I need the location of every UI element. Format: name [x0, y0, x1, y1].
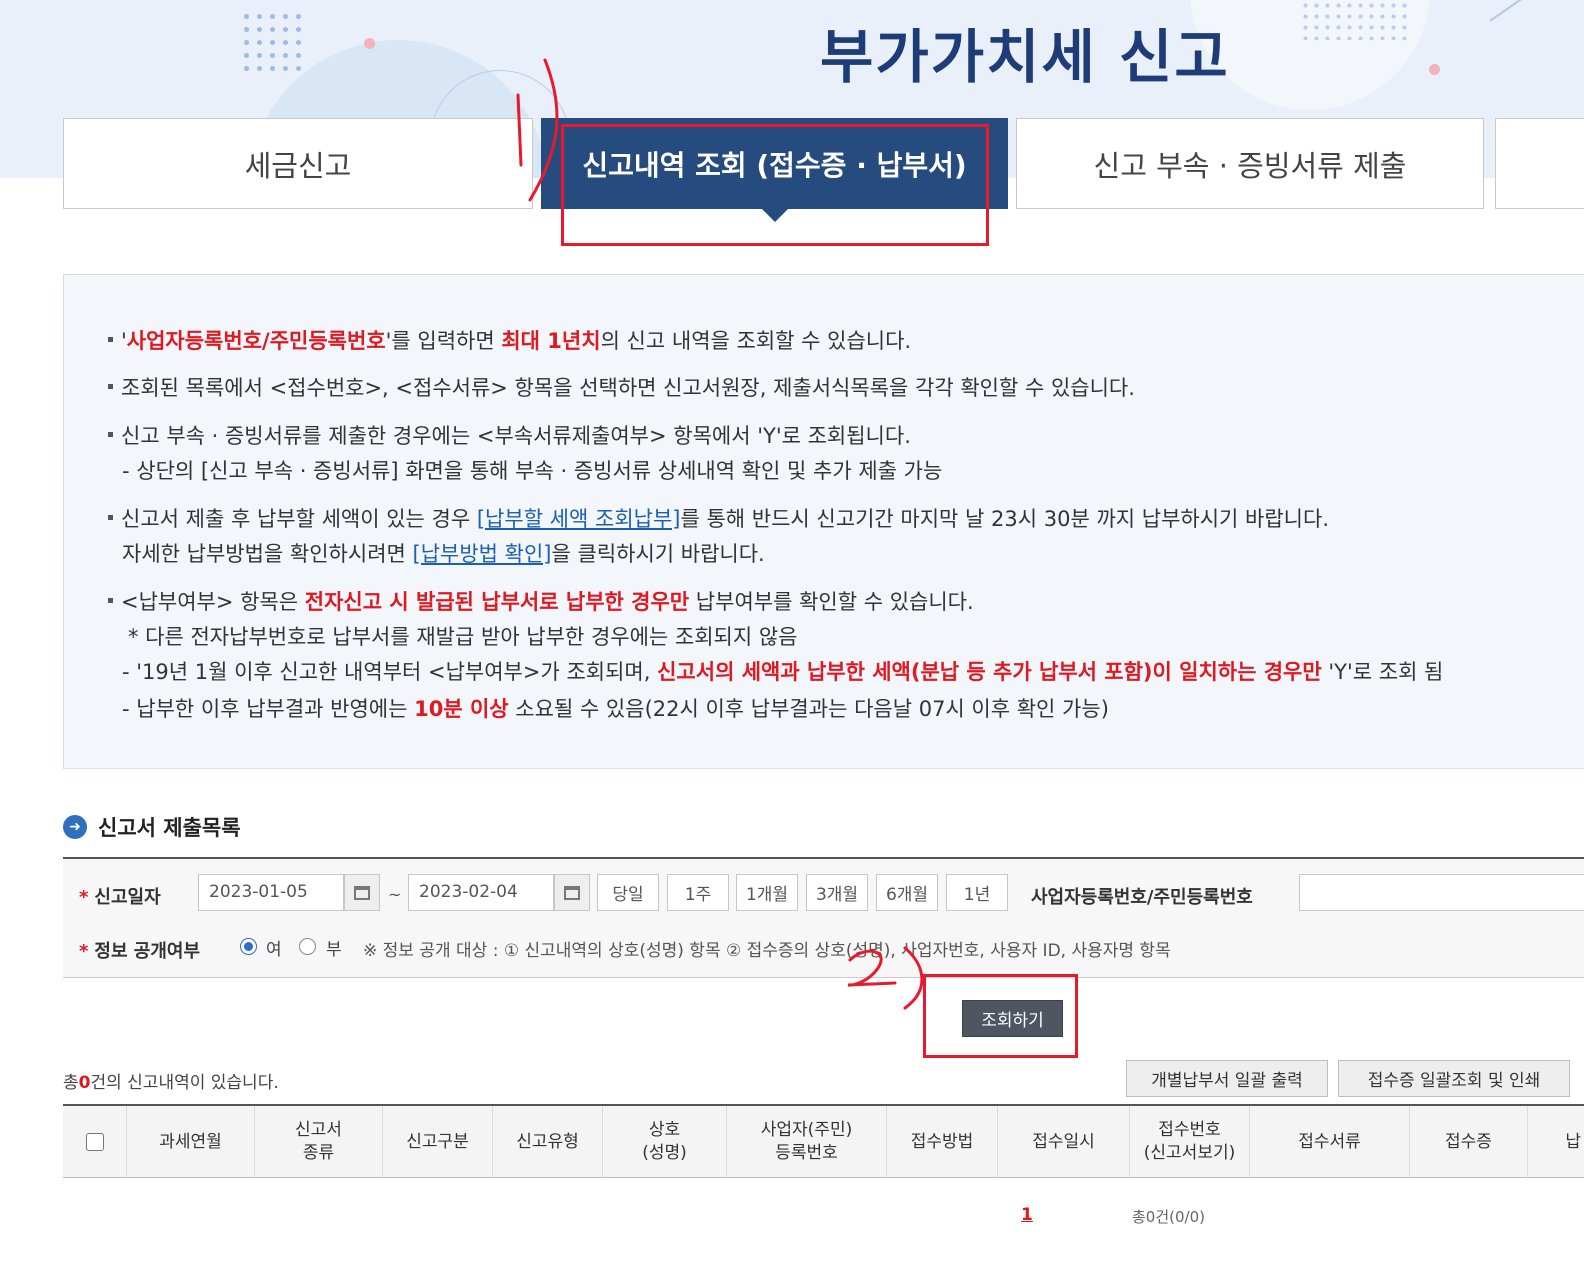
section-heading: ➜ 신고서 제출목록: [63, 812, 241, 842]
info-line: <납부여부> 항목은 전자신고 시 발급된 납부서로 납부한 경우만 납부여부를…: [108, 586, 974, 616]
date-label: * 신고일자: [79, 887, 161, 908]
select-all-checkbox[interactable]: [85, 1133, 104, 1151]
info-subline: 자세한 납부방법을 확인하시려면 [납부방법 확인]을 클릭하시기 바랍니다.: [122, 542, 765, 566]
decor-dot: [364, 38, 375, 49]
decor-dots: [240, 10, 306, 76]
info-subline: - '19년 1월 이후 신고한 내역부터 <납부여부>가 조회되며, 신고서의…: [122, 660, 1444, 684]
date-to-input[interactable]: 2023-02-04: [408, 874, 554, 911]
date-from-input[interactable]: 2023-01-05: [198, 874, 344, 911]
info-line: 신고서 제출 후 납부할 세액이 있는 경우 [납부할 세액 조회납부]를 통해…: [108, 503, 1329, 533]
payment-method-link[interactable]: [납부방법 확인]: [413, 542, 552, 566]
bullet: [108, 383, 113, 389]
decor-dots: [1300, 0, 1410, 40]
disclose-yes-label: 여: [266, 940, 282, 960]
receipt-bulk-print-button[interactable]: 접수증 일괄조회 및 인쇄: [1338, 1060, 1570, 1097]
disclose-yes-radio[interactable]: [240, 938, 257, 955]
column-header: 접수번호 (신고서보기): [1130, 1106, 1250, 1178]
info-line: 조회된 목록에서 <접수번호>, <접수서류> 항목을 선택하면 신고서원장, …: [108, 372, 1135, 402]
annotation-box-1: [561, 124, 989, 246]
bullet: [108, 431, 113, 437]
column-header: 신고유형: [493, 1106, 603, 1178]
period-1year-button[interactable]: 1년: [946, 874, 1008, 911]
column-header: 접수일시: [998, 1106, 1130, 1178]
disclose-no-radio[interactable]: [299, 938, 316, 955]
info-subline: - 상단의 [신고 부속 · 증빙서류] 화면을 통해 부속 · 증빙서류 상세…: [122, 459, 943, 483]
tab-label: 신고 부속 · 증빙서류 제출: [1093, 148, 1407, 183]
bullet: [108, 597, 113, 603]
column-header: 신고서 종류: [255, 1106, 383, 1178]
column-header: 접수증: [1410, 1106, 1528, 1178]
period-6month-button[interactable]: 6개월: [876, 874, 938, 911]
search-form: * 신고일자 2023-01-05 ~ 2023-02-04 당일 1주 1개월 …: [63, 857, 1584, 978]
info-subline: - 납부한 이후 납부결과 반영에는 10분 이상 소요될 수 있음(22시 이…: [122, 697, 1109, 721]
tab-attachments[interactable]: 신고 부속 · 증빙서류 제출: [1016, 118, 1484, 209]
period-today-button[interactable]: 당일: [597, 874, 659, 911]
column-header: 상호 (성명): [603, 1106, 727, 1178]
date-to-calendar-button[interactable]: [554, 874, 590, 911]
column-header: 신고구분: [383, 1106, 493, 1178]
column-header: 과세연월: [127, 1106, 255, 1178]
disclose-notice: ※ 정보 공개 대상 : ① 신고내역의 상호(성명) 항목 ② 접수증의 상호…: [363, 941, 1171, 961]
column-header: 사업자(주민) 등록번호: [727, 1106, 887, 1178]
result-count: 총0건의 신고내역이 있습니다.: [63, 1073, 279, 1093]
tab-tax-filing[interactable]: 세금신고: [63, 118, 533, 209]
column-header: 접수방법: [887, 1106, 998, 1178]
decor-dot: [1429, 64, 1440, 75]
pager-page-link[interactable]: 1: [1021, 1205, 1033, 1225]
bulk-payment-print-button[interactable]: 개별납부서 일괄 출력: [1126, 1060, 1328, 1097]
disclose-no-label: 부: [326, 940, 342, 960]
pager-total: 총0건(0/0): [1132, 1208, 1205, 1226]
info-subline: * 다른 전자납부번호로 납부서를 재발급 받아 납부한 경우에는 조회되지 않…: [128, 625, 798, 649]
decor-line: [1489, 0, 1565, 22]
annotation-box-2: [923, 974, 1078, 1058]
calendar-icon: [564, 885, 580, 900]
disclose-label: * 정보 공개여부: [79, 941, 201, 962]
biz-number-label: 사업자등록번호/주민등록번호: [1031, 887, 1253, 908]
column-header: 접수서류: [1250, 1106, 1410, 1178]
info-box: '사업자등록번호/주민등록번호'를 입력하면 최대 1년치의 신고 내역을 조회…: [63, 274, 1584, 769]
period-3month-button[interactable]: 3개월: [806, 874, 868, 911]
period-1month-button[interactable]: 1개월: [736, 874, 798, 911]
column-header: 납: [1565, 1131, 1581, 1152]
date-separator: ~: [388, 885, 402, 904]
info-line: 신고 부속 · 증빙서류를 제출한 경우에는 <부속서류제출여부> 항목에서 '…: [108, 420, 911, 450]
bullet: [108, 336, 113, 342]
tab-label: 세금신고: [244, 148, 352, 183]
arrow-circle-icon: ➜: [63, 815, 87, 839]
bullet: [108, 514, 113, 520]
tab-more[interactable]: [1495, 118, 1584, 209]
page-title: 부가가치세 신고: [820, 23, 1230, 91]
table-header: 과세연월 신고서 종류 신고구분 신고유형 상호 (성명) 사업자(주민) 등록…: [63, 1104, 1584, 1178]
period-1week-button[interactable]: 1주: [667, 874, 729, 911]
biz-number-input[interactable]: [1299, 874, 1584, 911]
info-line: '사업자등록번호/주민등록번호'를 입력하면 최대 1년치의 신고 내역을 조회…: [108, 325, 911, 355]
calendar-icon: [354, 885, 370, 900]
select-all-cell: [63, 1106, 127, 1178]
date-from-calendar-button[interactable]: [344, 874, 380, 911]
section-title: 신고서 제출목록: [98, 816, 241, 840]
tax-payment-link[interactable]: [납부할 세액 조회납부]: [477, 507, 681, 531]
